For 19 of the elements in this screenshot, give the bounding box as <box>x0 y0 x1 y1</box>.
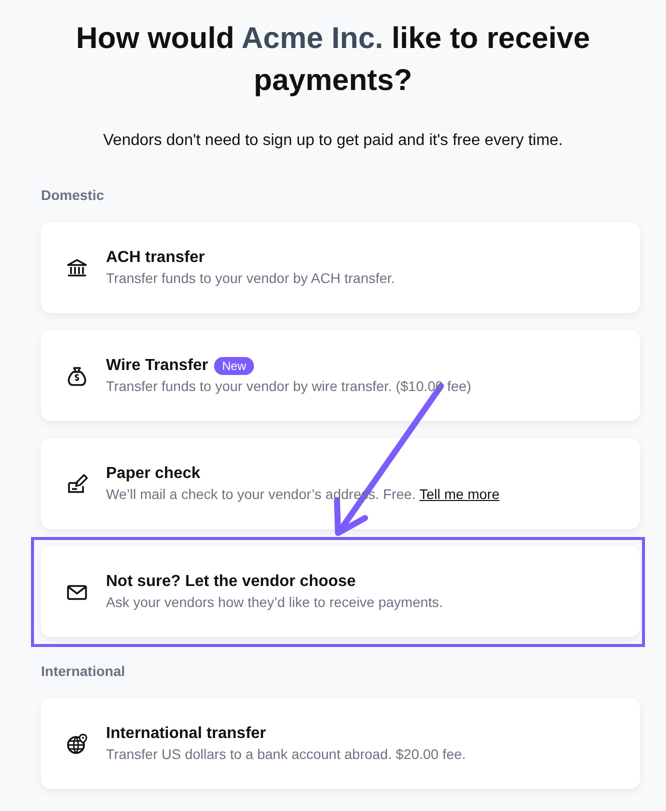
new-badge: New <box>214 357 254 375</box>
globe-pin-icon <box>65 732 89 756</box>
page-subtitle: Vendors don't need to sign up to get paid and it's free every time. <box>102 131 564 151</box>
section-heading: International <box>41 662 126 681</box>
option-title: Paper check <box>106 465 200 483</box>
section-heading: Domestic <box>41 186 106 205</box>
option-card[interactable]: ACH transfer Transfer funds to your vendor by ACH transfer. <box>41 222 640 313</box>
tell-me-more-link[interactable]: Tell me more <box>419 486 500 502</box>
page-title: How would Acme Inc. like to receive payments? <box>74 21 592 99</box>
option-description: Transfer funds to your vendor by ACH transfer. <box>106 270 395 286</box>
option-title: Not sure? Let the vendor choose <box>106 573 356 591</box>
option-card[interactable]: International transfer Transfer US dollars to a bank account abroad. $20.00 fee. <box>41 698 640 789</box>
option-card[interactable]: Not sure? Let the vendor choose Ask your vendors how they’d like to receive payments. <box>41 546 640 637</box>
pen-on-paper-icon <box>65 472 89 496</box>
option-title: ACH transfer <box>106 249 205 267</box>
option-description: Transfer US dollars to a bank account abroad. $20.00 fee. <box>106 746 466 762</box>
option-description: Ask your vendors how they’d like to receive payments. <box>106 594 443 610</box>
option-title: International transfer <box>106 725 266 743</box>
option-title: Wire Transfer <box>106 357 208 375</box>
